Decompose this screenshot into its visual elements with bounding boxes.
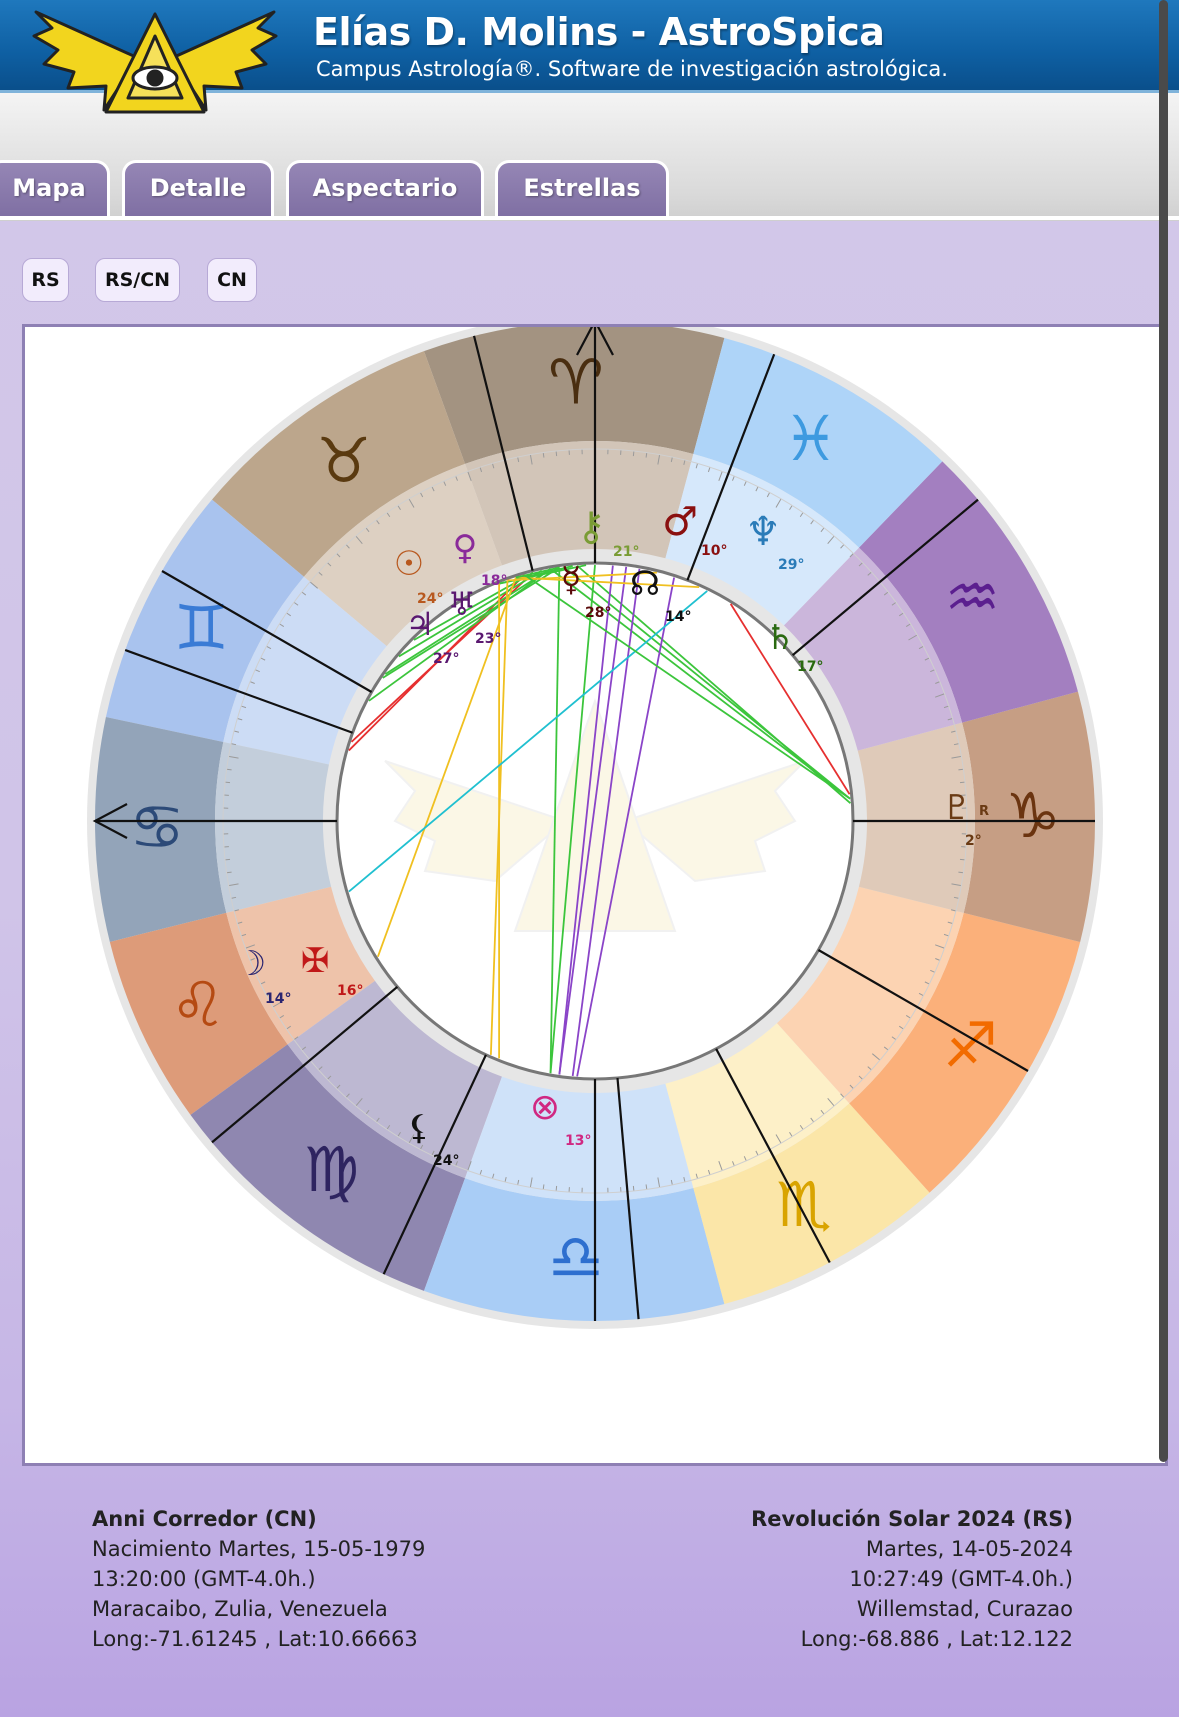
neptune-degree: 29° [778,557,804,573]
saturn-degree: 17° [797,659,823,675]
natal-coords: Long:-71.61245 , Lat:10.66663 [92,1627,418,1651]
degree-tick [555,450,558,457]
jupiter-degree: 27° [433,651,459,667]
gemini-icon: ♊ [174,591,230,664]
return-coords: Long:-68.886 , Lat:12.122 [800,1627,1073,1651]
degree-tick [958,871,964,874]
degree-tick [226,871,232,874]
jupiter-icon[interactable]: ♃ [406,605,435,643]
degree-tick [542,452,545,458]
degree-tick [542,1184,545,1190]
degree-tick [632,1185,635,1192]
venus-degree: 18° [481,573,507,589]
chart-panel: ♈ ♉ ♊ ♋ ♌ ♍ ♎ ♏ ♐ ♑ ♒ ♓ ⚷ 21° ♂ 10° ♆ 29° ♀ 18° ☉ 24° ♅ 23° ♃ 27°… [22,324,1168,1466]
part-of-fortune-degree: 13° [565,1133,591,1149]
degree-tick [226,768,232,771]
mars-icon[interactable]: ♂ [662,499,698,545]
degree-tick [555,1185,558,1192]
moon-degree: 14° [265,991,291,1007]
pluto-retrograde-marker: R [979,804,989,819]
moon-icon[interactable]: ☽ [236,944,266,984]
uranus-icon[interactable]: ♅ [448,585,477,623]
tab-underline [0,216,1179,220]
natal-name: Anni Corredor (CN) [92,1507,317,1531]
aquarius-icon: ♒ [945,561,1001,634]
app-title: Elías D. Molins - AstroSpica [313,10,885,54]
app-subtitle: Campus Astrología®. Software de investig… [316,57,948,81]
mercury-degree: 28° [585,605,611,621]
mercury-icon[interactable]: ☿ [561,560,582,600]
lilith-degree: 24° [433,1153,459,1169]
uranus-degree: 23° [475,631,501,647]
node-icon[interactable]: ☊ [630,564,660,604]
node-degree: 14° [665,609,691,625]
sagittarius-icon: ♐ [943,1009,999,1082]
chiron-icon[interactable]: ⚷ [576,504,605,550]
leo-icon: ♌ [170,968,226,1041]
natal-place: Maracaibo, Zulia, Venezuela [92,1597,388,1621]
sun-icon[interactable]: ☉ [394,544,424,584]
pluto-icon[interactable]: ♇ [942,788,972,828]
degree-tick [959,781,966,784]
natal-info: Anni Corredor (CN) Nacimiento Martes, 15… [92,1504,425,1654]
lilith-icon[interactable]: ⚸ [407,1108,432,1148]
vertical-scrollbar[interactable] [1159,0,1168,1462]
return-info: Revolución Solar 2024 (RS) Martes, 14-05… [751,1504,1073,1654]
return-name: Revolución Solar 2024 (RS) [751,1507,1073,1531]
degree-tick [224,781,231,784]
mode-cn-button[interactable]: CN [207,258,257,302]
cancer-icon: ♋ [129,791,185,864]
return-place: Willemstad, Curazao [856,1597,1073,1621]
mars-degree: 10° [701,543,727,559]
degree-tick [645,1184,648,1190]
degree-tick [645,452,648,458]
pluto-degree: 2° [965,833,982,849]
tab-aspectario[interactable]: Aspectario [286,160,484,217]
tab-detalle[interactable]: Detalle [122,160,274,217]
astro-chart-wheel[interactable]: ♈♉♊♋♌♍♎♏♐♑♒♓⚷21°♂10° ♆29°♀18°☉24° ♅23°♃27°… [25,327,1165,1463]
mode-rs-button[interactable]: RS [22,258,69,302]
degree-tick [958,768,964,771]
degree-tick [632,450,635,457]
taurus-icon: ♉ [316,424,372,497]
vertex-icon[interactable]: ✠ [301,941,330,981]
neptune-icon[interactable]: ♆ [745,509,781,555]
part-of-fortune-icon[interactable]: ⊗ [530,1087,560,1128]
return-time: 10:27:49 (GMT-4.0h.) [849,1567,1073,1591]
return-date: Martes, 14-05-2024 [865,1537,1073,1561]
natal-date: Nacimiento Martes, 15-05-1979 [92,1537,426,1561]
degree-tick [224,858,231,861]
chiron-degree: 21° [613,544,639,560]
venus-icon[interactable]: ♀ [453,528,478,568]
natal-time: 13:20:00 (GMT-4.0h.) [92,1567,316,1591]
vertex-degree: 16° [337,983,363,999]
saturn-icon[interactable]: ♄ [765,618,795,658]
tab-estrellas[interactable]: Estrellas [495,160,669,217]
winged-eye-triangle-icon[interactable] [30,6,280,121]
capricorn-icon: ♑ [1005,779,1061,852]
degree-tick [959,858,966,861]
mode-rs-cn-button[interactable]: RS/CN [95,258,180,302]
virgo-icon: ♍ [304,1133,360,1206]
tab-mapa[interactable]: Mapa [0,160,110,217]
pisces-icon: ♓ [783,402,839,475]
house-band [215,741,332,913]
